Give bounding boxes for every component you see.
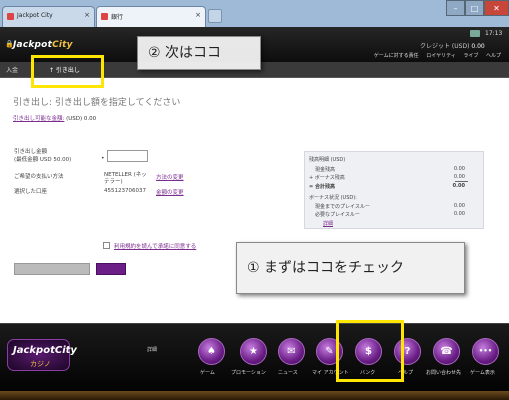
tab-label: 銀行 [111,14,124,21]
highlight-withdraw [31,55,104,88]
nav-news-button[interactable]: ✉ [278,338,305,365]
nav-news-label[interactable]: ニュース [278,369,298,376]
row-label: 現金までのプレイスルー [315,204,370,210]
maximize-button[interactable]: □ [465,0,484,16]
row-label: 現金残高 [315,167,336,173]
method-label: ご希望の支払い方法 [14,174,64,180]
row-value: 0.00 [453,211,465,217]
highlight-bank [336,320,404,382]
close-tab-icon[interactable]: × [195,11,201,19]
terms-agree: 利用規約を読んで承諾に同意する [114,242,196,250]
spade-icon: ♠ [207,346,216,357]
amount-input[interactable] [107,150,148,162]
bottom-strip [0,391,509,400]
nav-contact-label[interactable]: お問い合わせ先 [426,369,461,376]
logo-text-main: Jackpot [13,40,53,50]
logo-text: JackpotCity [13,345,77,356]
news-icon: ✉ [287,346,296,357]
method-value-line1: NETELLER (ネッ [104,172,147,178]
available-value: (USD) 0.00 [66,116,97,122]
bottom-nav-bar: JackpotCity カジノ 詳細 ♠ ゲーム ★ プロモーション ✉ ニュー… [0,323,509,400]
minimize-button[interactable]: – [446,0,465,16]
balance-summary: 残高明細 (USD) 現金残高 0.00 + ボーナス残高 0.00 = 合計残… [304,151,484,229]
row-label: 合計残高 [314,184,335,190]
bonus-title: ボーナス状況 (USD): [309,195,357,201]
link-live[interactable]: ライブ [463,53,478,59]
credit-label: クレジット (USD) [420,43,470,50]
page-title: 引き出し: 引き出し額を指定してください [13,98,181,108]
credit-value: 0.00 [471,43,485,50]
nav-contact-button[interactable]: ☎ [433,338,460,365]
row-value: 0.00 [452,183,465,189]
summary-title: 残高明細 (USD) [309,157,346,163]
callout-step1: ① まずはココをチェック [236,242,465,294]
row-prefix: = [309,184,314,190]
nav-games-label[interactable]: ゲーム [200,369,215,376]
more-icon: ••• [478,347,493,355]
logo-subtext: カジノ [30,360,51,368]
terms-link[interactable]: 利用規約を読んで承諾に同意する [114,244,196,250]
star-icon: ★ [249,346,258,357]
link-responsible-gaming[interactable]: ゲームに対する責任 [374,53,419,59]
favicon-icon [101,13,108,20]
link-loyalty[interactable]: ロイヤリティ [426,53,456,59]
row-label: 必要なプレイスルー [315,212,360,218]
row-value: 0.00 [453,166,465,172]
available-amount: 引き出し可能な金額: (USD) 0.00 [13,114,96,122]
tab-jackpot-city[interactable]: Jackpot City × [2,6,95,27]
screenshot-root: { "browser": { "tabs": [ {"label": "Jack… [0,0,509,400]
header-links: ゲームに対する責任 ロイヤリティ ライブ ヘルプ [368,52,501,59]
change-method-link[interactable]: 方法の変更 [156,173,184,181]
method-value: NETELLER (ネッ テラー) [104,172,147,186]
row-prefix: + [309,175,314,181]
help-icon: ? [404,346,411,357]
cancel-button[interactable] [14,263,90,275]
nav-game-view-button[interactable]: ••• [472,338,499,365]
summary-detail-link[interactable]: 詳細 [323,220,333,227]
row-value: 0.00 [453,203,465,209]
method-value-line2: テラー) [104,179,123,185]
system-clock: 17:13 [485,30,503,37]
close-tab-icon[interactable]: × [84,11,90,19]
site-logo[interactable]: JackpotCity [13,40,73,50]
change-amount-link[interactable]: 金額の変更 [156,188,184,196]
terms-checkbox[interactable] [103,242,110,249]
account-value: 455123706037 [104,188,146,194]
phone-icon: ☎ [440,346,453,357]
credit-display: クレジット (USD) 0.00 [420,41,485,50]
row-value: 0.00 [453,174,465,180]
browser-tab-bar: Jackpot City × 銀行 × – □ ✕ [0,0,509,27]
tab-label: Jackpot City [17,12,53,19]
nav-game-view-label[interactable]: ゲーム表示 [470,369,495,376]
amount-label-line1: 引き出し金額 [14,149,48,155]
tab-deposit[interactable]: 入金 [6,65,18,74]
withdraw-button[interactable] [96,263,126,275]
amount-label-line2: (最低金額 USD 50.00) [14,157,72,163]
row-label: ボーナス残高 [314,175,345,181]
logo-text-accent: City [52,40,73,50]
callout-step2: ② 次はココ [137,36,261,70]
link-help[interactable]: ヘルプ [486,53,501,59]
new-tab-button[interactable] [208,9,222,23]
bullet-icon: • [101,155,105,162]
close-window-button[interactable]: ✕ [484,0,509,16]
casino-logo[interactable]: JackpotCity カジノ [7,339,77,371]
summary-divider [455,181,468,182]
amount-label: 引き出し金額 (最低金額 USD 50.00) [14,148,71,164]
nav-promotions-button[interactable]: ★ [240,338,267,365]
nav-games-button[interactable]: ♠ [198,338,225,365]
nav-promotions-label[interactable]: プロモーション [231,369,266,376]
account-label: 選択した口座 [14,189,48,195]
tray-icon [470,30,480,37]
available-label[interactable]: 引き出し可能な金額: [13,116,64,122]
tab-bank[interactable]: 銀行 × [96,6,206,27]
account-icon: ✎ [325,346,334,357]
detail-label[interactable]: 詳細 [147,346,157,353]
favicon-icon [7,13,14,20]
